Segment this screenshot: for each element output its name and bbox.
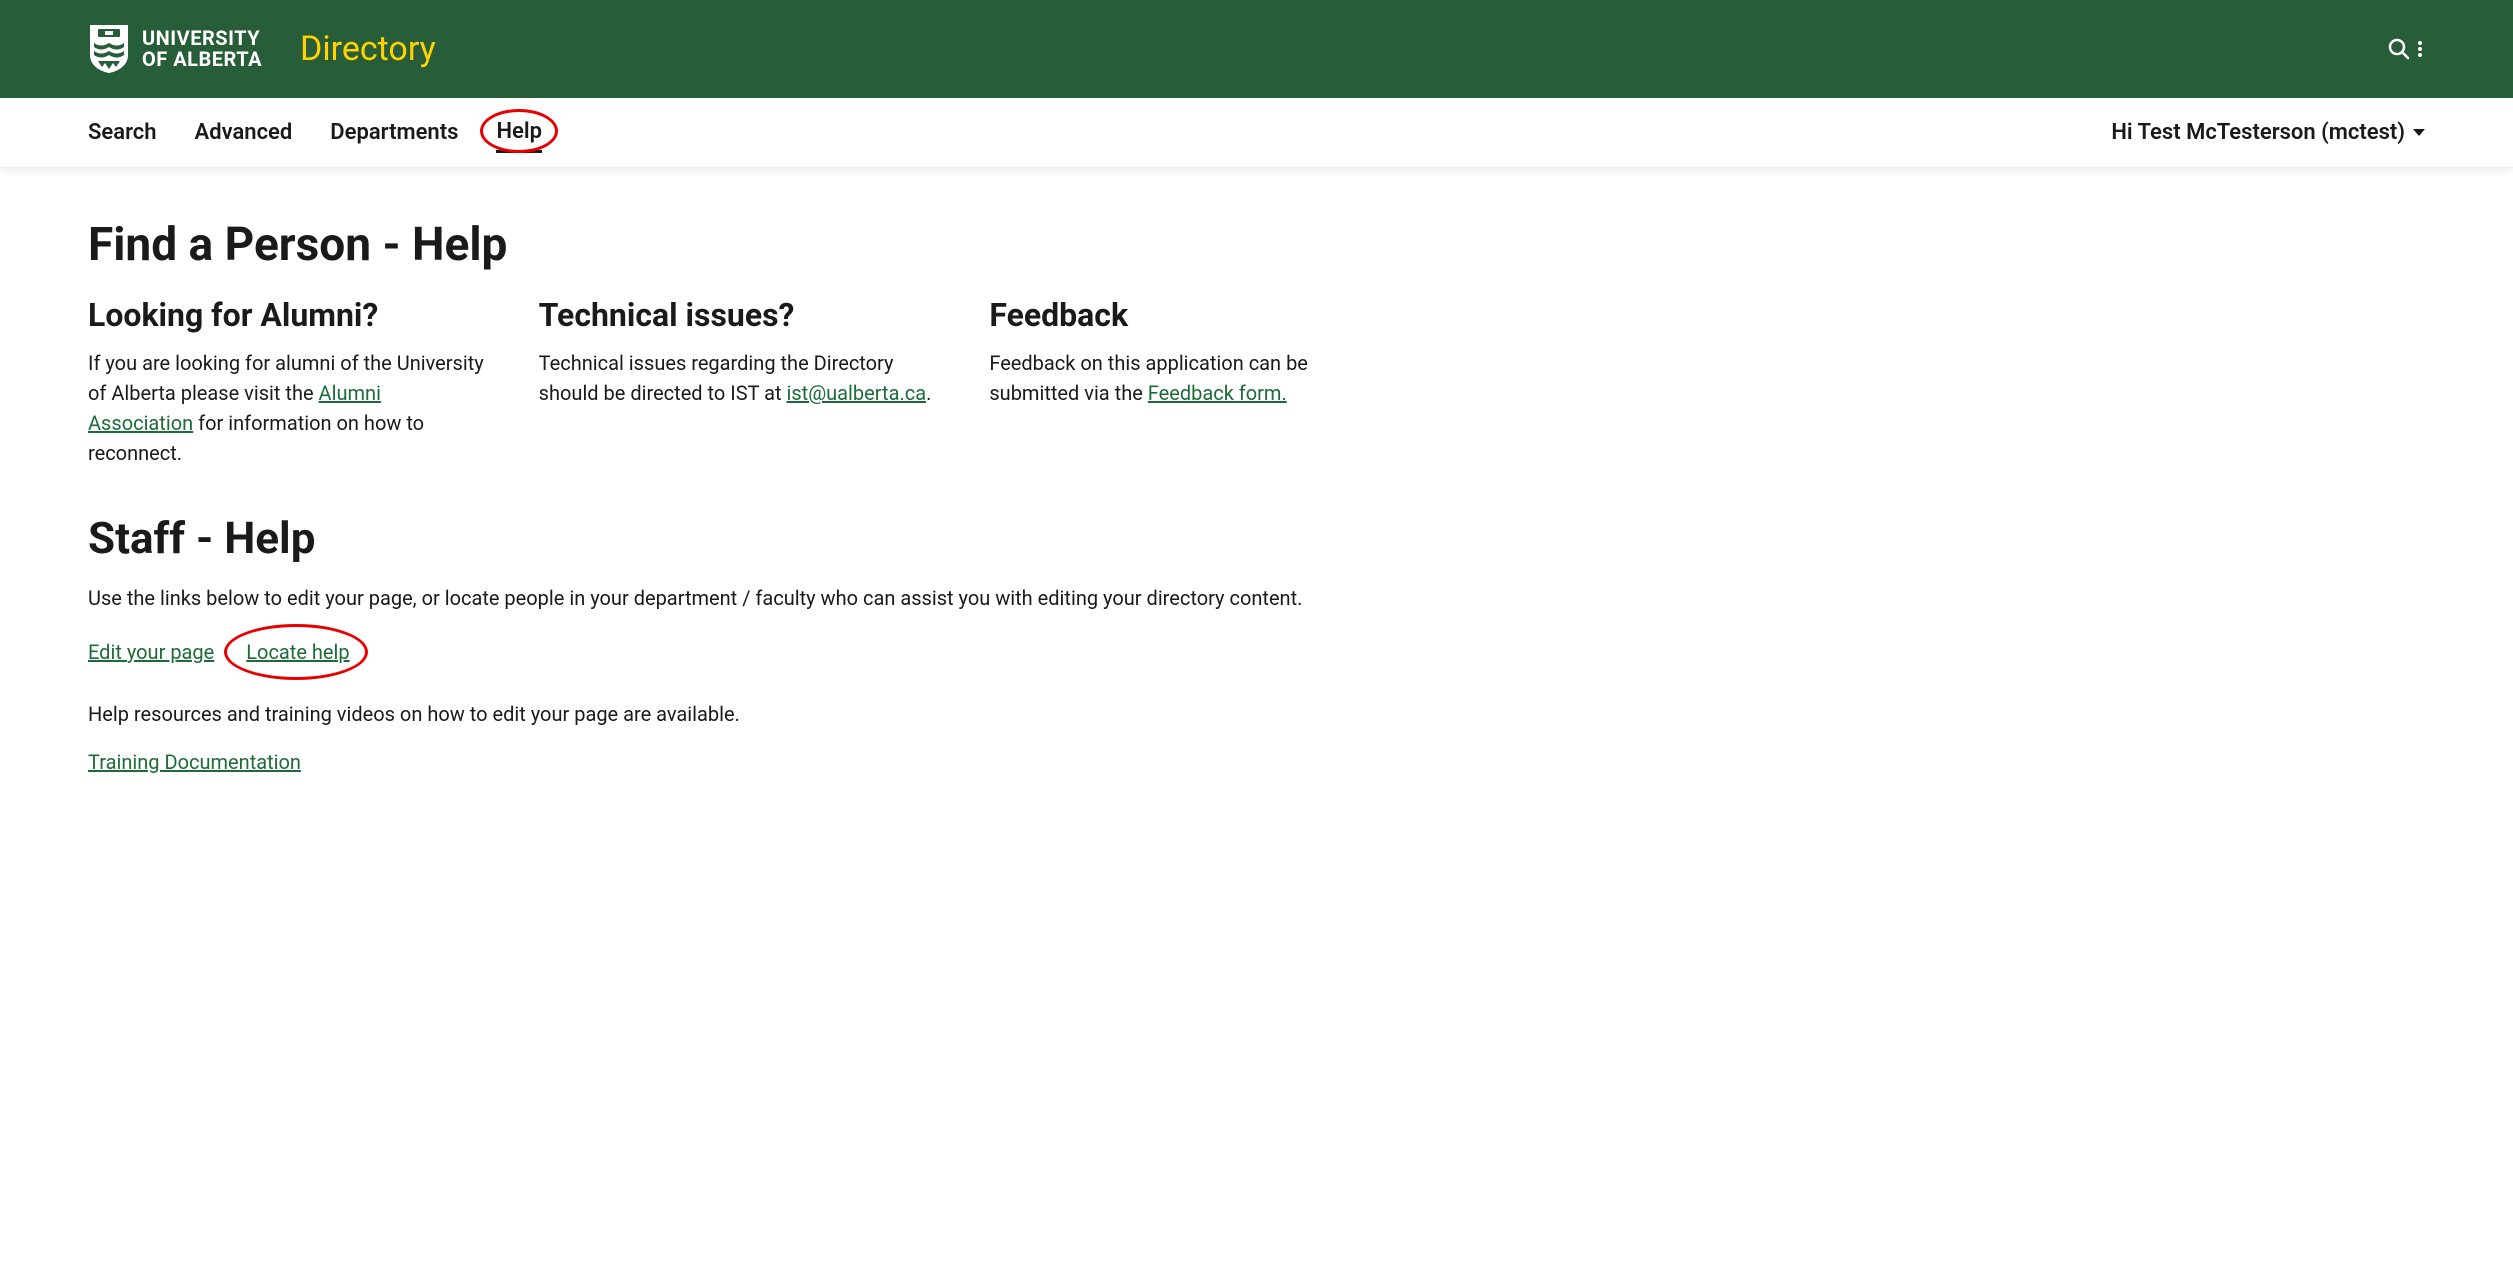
- staff-resources-text: Help resources and training videos on ho…: [88, 702, 1392, 726]
- col-alumni-heading: Looking for Alumni?: [88, 296, 491, 334]
- training-link-row: Training Documentation: [88, 750, 1392, 774]
- staff-link-row: Edit your page Locate help: [88, 640, 1392, 664]
- university-name: UNIVERSITY OF ALBERTA: [142, 28, 262, 70]
- main-content: Find a Person - Help Looking for Alumni?…: [0, 168, 1480, 814]
- link-training-documentation[interactable]: Training Documentation: [88, 750, 301, 774]
- navbar: Search Advanced Departments Help Hi Test…: [0, 98, 2513, 168]
- search-icon: [2387, 37, 2411, 61]
- col-technical-text: Technical issues regarding the Directory…: [539, 348, 942, 408]
- nav-item-advanced[interactable]: Advanced: [195, 114, 293, 151]
- col-technical-heading: Technical issues?: [539, 296, 942, 334]
- nav-item-help[interactable]: Help: [496, 113, 542, 153]
- nav-item-search[interactable]: Search: [88, 114, 157, 151]
- col-feedback: Feedback Feedback on this application ca…: [989, 296, 1392, 468]
- university-name-line1: UNIVERSITY: [142, 28, 262, 49]
- nav-left: Search Advanced Departments Help: [88, 113, 542, 153]
- locate-help-wrap: Locate help: [246, 640, 349, 664]
- nav-user-label: Hi Test McTesterson (mctest): [2111, 120, 2405, 145]
- nav-item-departments[interactable]: Departments: [330, 114, 458, 151]
- page-title: Find a Person - Help: [88, 218, 1392, 272]
- link-locate-help[interactable]: Locate help: [246, 640, 349, 664]
- link-feedback-form[interactable]: Feedback form.: [1148, 381, 1287, 405]
- app-title[interactable]: Directory: [300, 29, 436, 69]
- col-alumni-text: If you are looking for alumni of the Uni…: [88, 348, 491, 468]
- col-feedback-heading: Feedback: [989, 296, 1392, 334]
- shield-icon: [88, 23, 130, 75]
- link-edit-your-page[interactable]: Edit your page: [88, 640, 214, 664]
- nav-item-help-wrap: Help: [496, 113, 542, 153]
- caret-down-icon: [2413, 129, 2425, 136]
- col-alumni: Looking for Alumni? If you are looking f…: [88, 296, 491, 468]
- link-ist-email[interactable]: ist@ualberta.ca: [786, 381, 926, 405]
- university-logo[interactable]: UNIVERSITY OF ALBERTA: [88, 23, 262, 75]
- staff-intro: Use the links below to edit your page, o…: [88, 586, 1392, 610]
- nav-user-dropdown[interactable]: Hi Test McTesterson (mctest): [2111, 120, 2425, 145]
- more-vert-icon: [2415, 37, 2425, 61]
- col-feedback-text: Feedback on this application can be subm…: [989, 348, 1392, 408]
- header-search-button[interactable]: [2387, 37, 2425, 61]
- staff-title: Staff - Help: [88, 512, 1392, 564]
- header-left: UNIVERSITY OF ALBERTA Directory: [88, 23, 436, 75]
- university-name-line2: OF ALBERTA: [142, 49, 262, 70]
- col-technical: Technical issues? Technical issues regar…: [539, 296, 942, 468]
- header-bar: UNIVERSITY OF ALBERTA Directory: [0, 0, 2513, 98]
- help-columns: Looking for Alumni? If you are looking f…: [88, 296, 1392, 468]
